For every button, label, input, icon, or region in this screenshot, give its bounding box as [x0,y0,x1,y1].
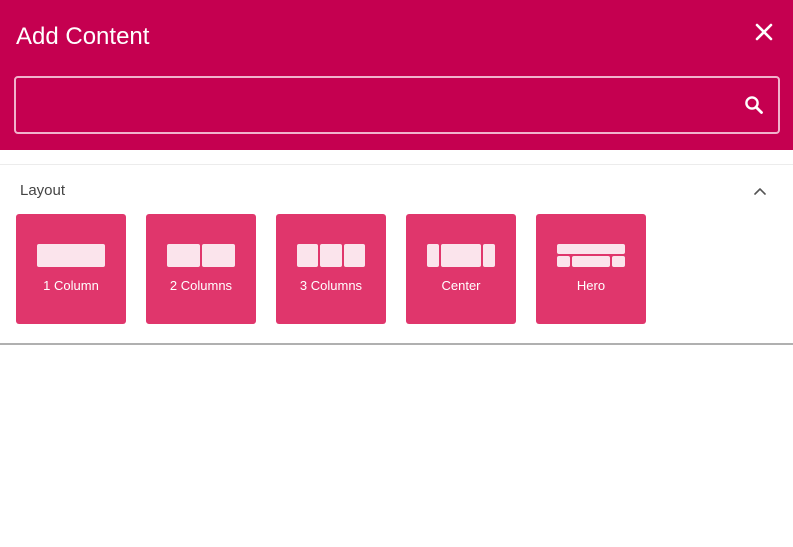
hero-layout-icon [536,244,646,268]
panel-title: Add Content [16,23,150,50]
section-title: Layout [20,182,66,199]
tile-label: 3 Columns [299,278,363,293]
layout-tile-hero[interactable]: Hero [536,214,646,324]
two-columns-layout-icon [146,244,256,268]
layout-tile-3-columns[interactable]: 3 Columns [276,214,386,324]
three-columns-layout-icon [276,244,386,268]
tile-label: 1 Column [43,278,99,293]
search-box [14,76,780,134]
layout-tile-2-columns[interactable]: 2 Columns [146,214,256,324]
close-button[interactable] [750,18,778,46]
one-column-layout-icon [16,244,126,268]
search-button[interactable] [742,93,766,117]
tile-label: 2 Columns [169,278,233,293]
tile-label: Center [441,278,481,293]
layout-section: Layout 1 Column 2 Columns 3 Columns Cent… [0,164,793,345]
panel-header: Add Content [0,0,793,150]
collapse-section-button[interactable] [750,181,770,201]
search-icon [745,96,763,114]
tile-label: Hero [576,278,606,293]
add-content-panel: Add Content Layout 1 Column 2 Columns 3 … [0,0,793,547]
center-layout-icon [406,244,516,268]
close-icon [755,23,773,41]
layout-tile-center[interactable]: Center [406,214,516,324]
search-input[interactable] [28,78,732,134]
chevron-up-icon [754,188,766,195]
layout-tile-1-column[interactable]: 1 Column [16,214,126,324]
